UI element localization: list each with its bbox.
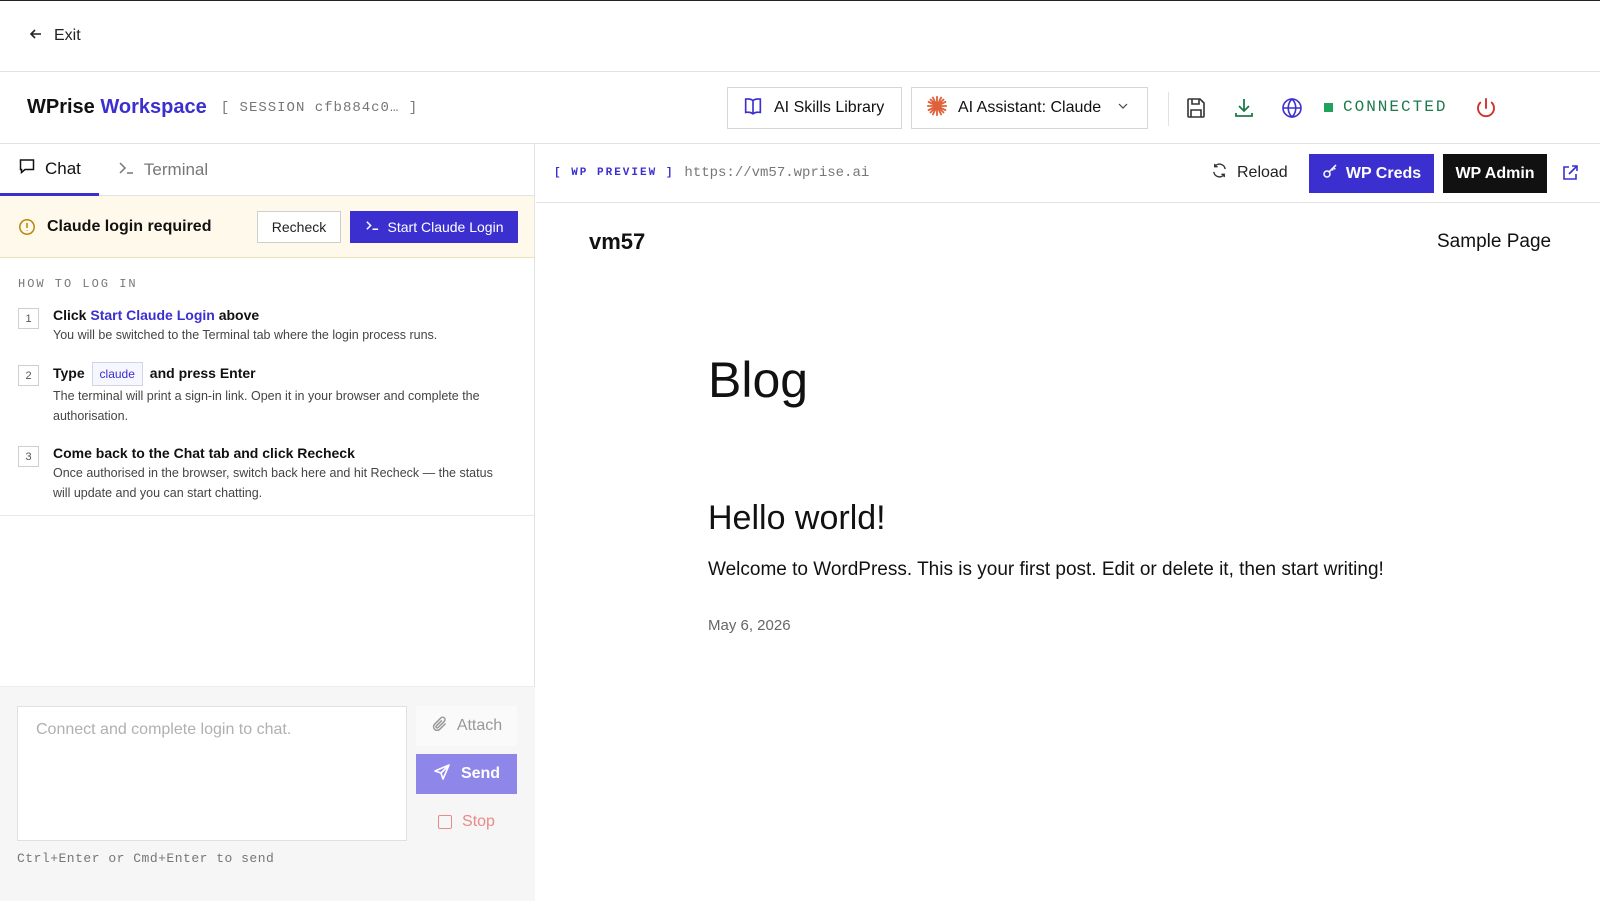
header-divider: [1168, 92, 1169, 126]
save-button[interactable]: [1184, 96, 1208, 120]
brand-accent: Workspace: [100, 96, 207, 118]
globe-button[interactable]: [1280, 96, 1304, 120]
step-description: The terminal will print a sign-in link. …: [53, 389, 480, 423]
tab-chat-label: Chat: [45, 158, 81, 178]
session-id: [ SESSION cfb884c0… ]: [220, 99, 419, 116]
step-heading: Type claude and press Enter: [53, 362, 513, 386]
wp-creds-button[interactable]: WP Creds: [1309, 154, 1434, 193]
step-number: 2: [18, 365, 39, 386]
send-shortcut-hint: Ctrl+Enter or Cmd+Enter to send: [17, 851, 275, 866]
connection-status: CONNECTED: [1324, 98, 1447, 116]
panel-tabs: Chat Terminal: [0, 144, 534, 196]
step-number: 1: [18, 308, 39, 329]
skills-label: AI Skills Library: [774, 99, 885, 116]
recheck-button[interactable]: Recheck: [257, 211, 341, 243]
reload-label: Reload: [1237, 164, 1288, 181]
chevron-down-icon: [1115, 98, 1131, 119]
open-external-button[interactable]: [1561, 164, 1579, 182]
step-description: You will be switched to the Terminal tab…: [53, 328, 438, 342]
exit-label: Exit: [54, 27, 81, 44]
wp-admin-button[interactable]: WP Admin: [1443, 154, 1547, 193]
chat-input[interactable]: [17, 706, 407, 841]
attach-label: Attach: [456, 717, 503, 734]
download-icon: [1235, 99, 1253, 117]
exit-button[interactable]: Exit: [28, 26, 81, 47]
post-date: May 6, 2026: [708, 617, 791, 634]
terminal-prompt-icon: [365, 218, 380, 236]
preview-tag: [ WP PREVIEW ]: [554, 167, 675, 179]
tab-terminal-label: Terminal: [143, 160, 209, 179]
tab-chat[interactable]: Chat: [0, 144, 99, 196]
power-icon: [1477, 98, 1495, 118]
start-login-label: Start Claude Login: [387, 219, 504, 235]
site-title[interactable]: vm57: [589, 229, 645, 255]
status-dot: [1324, 102, 1333, 112]
step-body: Come back to the Chat tab and click Rech…: [53, 443, 513, 503]
send-button[interactable]: Send: [416, 754, 517, 794]
step-heading-post: above: [214, 307, 260, 323]
terminal-icon: [117, 159, 135, 182]
command-code: claude: [91, 362, 143, 386]
stop-label: Stop: [462, 813, 495, 830]
ai-assistant-select[interactable]: AI Assistant: Claude: [911, 87, 1148, 129]
reload-button[interactable]: Reload: [1211, 162, 1288, 184]
external-link-icon: [1563, 165, 1578, 180]
step-heading-pre: Click: [53, 307, 91, 323]
nav-sample-page[interactable]: Sample Page: [1437, 231, 1551, 253]
tab-terminal[interactable]: Terminal: [99, 144, 226, 196]
chat-panel: Chat Terminal Claude login required Rech…: [0, 144, 535, 901]
ai-skills-library-button[interactable]: AI Skills Library: [727, 87, 902, 129]
warning-icon: [18, 218, 36, 236]
stop-square-icon: [438, 815, 453, 829]
power-button[interactable]: [1474, 96, 1498, 120]
status-label: CONNECTED: [1343, 98, 1448, 116]
app-title: WPrise Workspace: [27, 96, 207, 119]
attach-button[interactable]: Attach: [416, 706, 517, 746]
app-header: WPrise Workspace [ SESSION cfb884c0… ] A…: [0, 72, 1600, 144]
login-required-banner: Claude login required Recheck Start Clau…: [0, 196, 534, 258]
chat-bubble-icon: [18, 157, 36, 180]
creds-label: WP Creds: [1345, 164, 1422, 182]
refresh-icon: [1211, 162, 1228, 184]
globe-icon: [1282, 97, 1302, 119]
arrow-left-icon: [28, 26, 44, 47]
list-item: 2 Type claude and press Enter The termin…: [18, 362, 516, 426]
step-heading-pre: Type: [53, 365, 89, 381]
login-instructions: HOW TO LOG IN 1 Click Start Claude Login…: [0, 258, 534, 516]
exit-bar: Exit: [0, 0, 1600, 72]
wp-site-frame: vm57 Sample Page Blog Hello world! Welco…: [536, 203, 1600, 901]
send-label: Send: [460, 765, 501, 782]
instructions-heading: HOW TO LOG IN: [18, 277, 138, 291]
blog-heading: Blog: [708, 352, 809, 408]
claude-logo-icon: [926, 95, 948, 122]
save-icon: [1187, 98, 1205, 118]
preview-toolbar: [ WP PREVIEW ] https://vm57.wprise.ai Re…: [536, 144, 1600, 203]
step-body: Click Start Claude Login above You will …: [53, 305, 513, 345]
step-heading-post: and press Enter: [145, 365, 256, 381]
step-body: Type claude and press Enter The terminal…: [53, 362, 513, 426]
step-description: Once authorised in the browser, switch b…: [53, 466, 493, 500]
assistant-label: AI Assistant: Claude: [958, 99, 1102, 116]
step-heading: Come back to the Chat tab and click Rech…: [53, 445, 355, 461]
stop-button[interactable]: Stop: [416, 802, 517, 842]
list-item: 1 Click Start Claude Login above You wil…: [18, 305, 516, 345]
start-claude-login-button[interactable]: Start Claude Login: [350, 211, 518, 243]
brand-main: WPrise: [27, 96, 95, 118]
key-icon: [1322, 163, 1338, 184]
send-icon: [433, 763, 451, 786]
preview-url: https://vm57.wprise.ai: [684, 165, 870, 181]
book-icon: [742, 95, 764, 122]
alert-title: Claude login required: [47, 217, 212, 235]
start-claude-login-link[interactable]: Start Claude Login: [90, 307, 214, 323]
wp-preview-panel: [ WP PREVIEW ] https://vm57.wprise.ai Re…: [536, 144, 1600, 901]
chat-composer: Attach Send Stop Ctrl+Enter or Cmd+Enter…: [0, 686, 535, 901]
list-item: 3 Come back to the Chat tab and click Re…: [18, 443, 516, 503]
download-button[interactable]: [1232, 96, 1256, 120]
step-number: 3: [18, 446, 39, 467]
post-title[interactable]: Hello world!: [708, 499, 886, 538]
paperclip-icon: [431, 715, 449, 738]
post-excerpt: Welcome to WordPress. This is your first…: [708, 559, 1384, 580]
step-heading: Click Start Claude Login above: [53, 305, 513, 325]
